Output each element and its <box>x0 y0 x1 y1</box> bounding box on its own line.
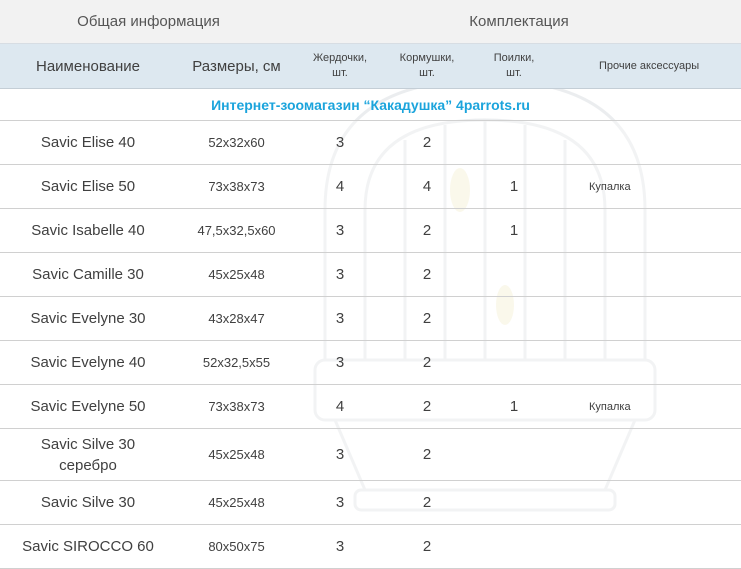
cell-perches: 4 <box>297 164 384 209</box>
cell-other <box>557 340 741 385</box>
shop-banner: Интернет-зоомагазин “Какадушка” 4parrots… <box>0 88 741 121</box>
col-perches-unit: шт. <box>332 67 348 79</box>
cell-feeders: 2 <box>383 480 472 525</box>
cell-other <box>557 524 741 569</box>
table-row: Savic Evelyne 40 52x32,5x55 3 2 <box>0 340 741 385</box>
table-row: Savic Silve 30 серебро 45x25x48 3 2 <box>0 428 741 481</box>
cell-perches: 3 <box>297 208 384 253</box>
cell-size: 73x38x73 <box>176 164 298 209</box>
cell-drinkers <box>471 296 558 341</box>
cell-name: Savic Evelyne 50 <box>0 384 176 429</box>
cell-feeders: 2 <box>383 524 472 569</box>
group-general-header: Общая информация <box>0 0 298 44</box>
cage-specs-table: Общая информация Комплектация Наименован… <box>0 0 741 569</box>
cell-size: 47,5x32,5x60 <box>176 208 298 253</box>
cell-other <box>557 252 741 297</box>
cell-perches: 3 <box>297 252 384 297</box>
cell-name: Savic Evelyne 40 <box>0 340 176 385</box>
cell-feeders: 2 <box>383 428 472 481</box>
col-drinkers-label: Поилки, <box>493 52 535 64</box>
table-row: Savic Isabelle 40 47,5x32,5x60 3 2 1 <box>0 208 741 253</box>
cell-other: Купалка <box>557 164 741 209</box>
cell-perches: 3 <box>297 340 384 385</box>
cell-other <box>557 480 741 525</box>
table-row: Savic Camille 30 45x25x48 3 2 <box>0 252 741 297</box>
table-row: Savic SIROCCO 60 80x50x75 3 2 <box>0 524 741 569</box>
cell-feeders: 2 <box>383 296 472 341</box>
cell-name-line2: серебро <box>59 456 117 474</box>
cell-feeders: 2 <box>383 208 472 253</box>
cell-perches: 3 <box>297 120 384 165</box>
cell-size: 73x38x73 <box>176 384 298 429</box>
cell-name: Savic Silve 30 серебро <box>0 428 176 481</box>
col-feeders-unit: шт. <box>419 67 435 79</box>
cell-drinkers: 1 <box>471 164 558 209</box>
col-name-header: Наименование <box>0 43 176 89</box>
col-drinkers-header: Поилки, шт. <box>471 43 558 89</box>
col-other-header: Прочие аксессуары <box>557 43 741 89</box>
cell-other <box>557 120 741 165</box>
cell-feeders: 2 <box>383 384 472 429</box>
cell-feeders: 2 <box>383 252 472 297</box>
cell-drinkers <box>471 340 558 385</box>
cell-drinkers <box>471 480 558 525</box>
col-perches-label: Жердочки, <box>312 52 368 64</box>
cell-other <box>557 296 741 341</box>
shop-banner-row: Интернет-зоомагазин “Какадушка” 4parrots… <box>0 88 741 121</box>
col-feeders-header: Кормушки, шт. <box>383 43 472 89</box>
col-drinkers-unit: шт. <box>506 67 522 79</box>
col-feeders-label: Кормушки, <box>399 52 455 64</box>
cell-feeders: 2 <box>383 340 472 385</box>
col-size-header: Размеры, см <box>176 43 298 89</box>
cell-drinkers: 1 <box>471 208 558 253</box>
cell-perches: 3 <box>297 524 384 569</box>
group-kit-header: Комплектация <box>297 0 741 44</box>
table-row: Savic Evelyne 50 73x38x73 4 2 1 Купалка <box>0 384 741 429</box>
table-row: Savic Elise 40 52x32x60 3 2 <box>0 120 741 165</box>
cell-name: Savic Evelyne 30 <box>0 296 176 341</box>
cell-name: Savic SIROCCO 60 <box>0 524 176 569</box>
cell-other <box>557 428 741 481</box>
group-header-row: Общая информация Комплектация <box>0 0 741 44</box>
cell-size: 52x32,5x55 <box>176 340 298 385</box>
cell-drinkers <box>471 252 558 297</box>
cell-name-line1: Savic Silve 30 <box>40 435 136 453</box>
cell-size: 45x25x48 <box>176 428 298 481</box>
table-row: Savic Elise 50 73x38x73 4 4 1 Купалка <box>0 164 741 209</box>
cell-size: 45x25x48 <box>176 252 298 297</box>
cell-perches: 3 <box>297 428 384 481</box>
cell-name: Savic Isabelle 40 <box>0 208 176 253</box>
cell-size: 52x32x60 <box>176 120 298 165</box>
cell-name: Savic Elise 40 <box>0 120 176 165</box>
cell-perches: 3 <box>297 296 384 341</box>
cell-size: 43x28x47 <box>176 296 298 341</box>
cell-feeders: 2 <box>383 120 472 165</box>
table-row: Savic Evelyne 30 43x28x47 3 2 <box>0 296 741 341</box>
cell-drinkers <box>471 524 558 569</box>
cell-name: Savic Elise 50 <box>0 164 176 209</box>
cell-perches: 4 <box>297 384 384 429</box>
cell-feeders: 4 <box>383 164 472 209</box>
cell-perches: 3 <box>297 480 384 525</box>
cell-drinkers <box>471 428 558 481</box>
cell-size: 45x25x48 <box>176 480 298 525</box>
cell-drinkers <box>471 120 558 165</box>
col-perches-header: Жердочки, шт. <box>297 43 384 89</box>
cell-size: 80x50x75 <box>176 524 298 569</box>
cell-other: Купалка <box>557 384 741 429</box>
column-header-row: Наименование Размеры, см Жердочки, шт. Ко… <box>0 43 741 89</box>
table-row: Savic Silve 30 45x25x48 3 2 <box>0 480 741 525</box>
cell-other <box>557 208 741 253</box>
cell-name: Savic Silve 30 <box>0 480 176 525</box>
cell-name: Savic Camille 30 <box>0 252 176 297</box>
cell-drinkers: 1 <box>471 384 558 429</box>
